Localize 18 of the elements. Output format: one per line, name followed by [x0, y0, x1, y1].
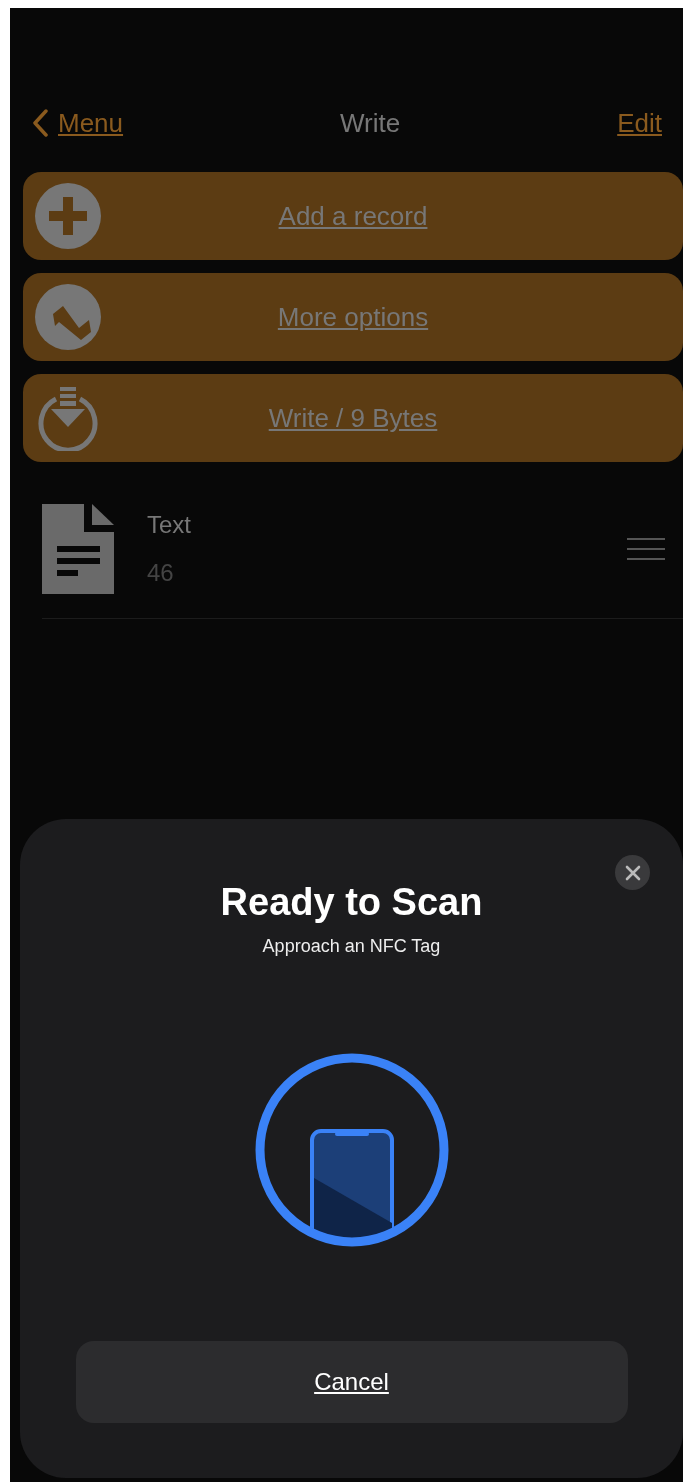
back-button[interactable]: Menu [32, 107, 124, 139]
edit-link[interactable]: Edit [617, 107, 662, 139]
plus-icon [35, 183, 101, 249]
document-icon [42, 504, 114, 594]
sheet-title: Ready to Scan [220, 881, 483, 924]
record-type: Text [147, 511, 192, 539]
chevron-left-icon [32, 109, 48, 137]
sheet-subtitle: Approach an NFC Tag [262, 936, 441, 957]
cancel-button[interactable]: Cancel [75, 1341, 628, 1423]
screen-title: Write [340, 107, 401, 139]
action-button[interactable]: More options [23, 273, 683, 361]
close-button[interactable] [615, 855, 650, 890]
close-icon [624, 864, 641, 881]
action-button[interactable]: Write / 9 Bytes [23, 374, 683, 462]
action-button[interactable]: Add a record [23, 172, 683, 260]
drag-handle-icon[interactable] [627, 538, 665, 560]
record-size: 46 [147, 559, 175, 587]
download-icon [35, 385, 101, 451]
